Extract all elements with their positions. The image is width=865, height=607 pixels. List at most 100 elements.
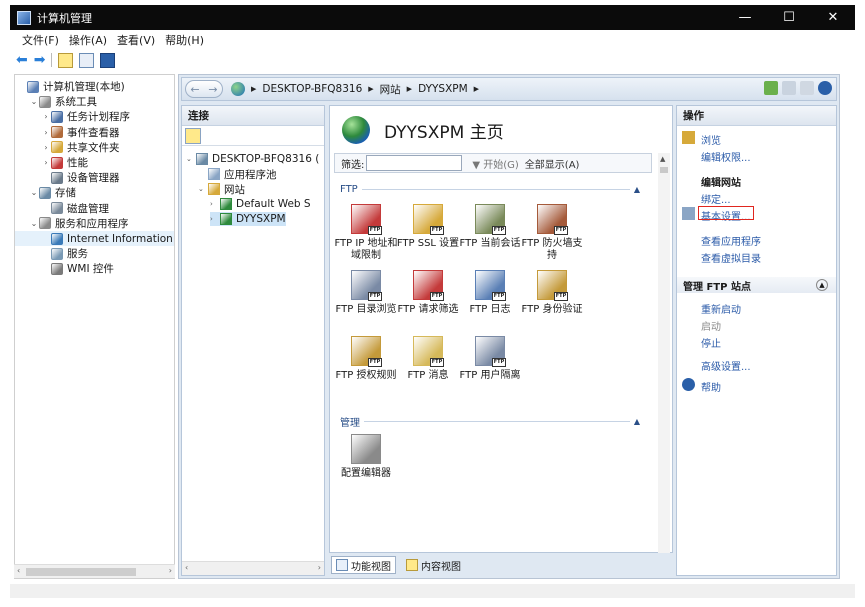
collapse-chevron-icon[interactable]: ▲ [634, 417, 640, 426]
feature-item[interactable]: 配置编辑器 [334, 434, 398, 480]
connection-node[interactable]: › DYYSXPM [210, 212, 286, 226]
go-button[interactable]: ▼ 开始(G) [472, 156, 518, 171]
scroll-thumb[interactable] [660, 167, 668, 173]
close-button[interactable]: ✕ [811, 5, 855, 30]
scroll-left-icon[interactable]: ‹ [17, 566, 20, 575]
ftp-action-link[interactable]: 停止 [701, 335, 721, 350]
expand-chevron-icon[interactable]: ⌄ [186, 155, 196, 163]
scroll-up-icon[interactable]: ▲ [660, 155, 665, 163]
feature-item[interactable]: FTP FTP 身份验证 [520, 270, 584, 316]
ftp-badge-icon: FTP [368, 292, 382, 301]
tree-item[interactable]: › 任务计划程序 [15, 109, 130, 124]
maximize-button[interactable]: ☐ [767, 5, 811, 30]
ftp-action-link[interactable]: 重新启动 [701, 301, 741, 316]
mail-icon[interactable] [782, 81, 796, 95]
back-arrow-icon[interactable]: ⬅ [16, 53, 28, 67]
tree-item[interactable]: 磁盘管理 [15, 201, 109, 216]
feature-item[interactable]: FTP FTP 当前会话 [458, 204, 522, 250]
tree-item[interactable]: 设备管理器 [15, 170, 120, 185]
scroll-right-icon[interactable]: › [169, 566, 172, 575]
show-hide-tree-icon[interactable] [79, 52, 95, 68]
feature-group-header[interactable]: FTP ▲ [340, 184, 640, 195]
tree-item[interactable]: › 性能 [15, 155, 88, 170]
features-scrollbar[interactable]: ▲ [658, 153, 670, 553]
menu-file[interactable]: 文件(F) [22, 32, 59, 48]
expand-chevron-icon[interactable]: ⌄ [29, 188, 39, 197]
connection-node[interactable]: ⌄ DESKTOP-BFQ8316 ( [186, 152, 319, 166]
feature-item[interactable]: FTP FTP 消息 [396, 336, 460, 382]
connections-scrollbar[interactable]: ‹ › [182, 561, 324, 575]
expand-chevron-icon[interactable]: › [41, 143, 51, 152]
ftp-action-link[interactable]: 高级设置... [701, 358, 751, 373]
feature-item[interactable]: FTP FTP 防火墙支持 [520, 204, 584, 262]
up-folder-icon[interactable] [58, 52, 74, 68]
ftp-site-section-header[interactable]: 管理 FTP 站点 ▲ [677, 277, 836, 293]
scroll-right-icon[interactable]: › [318, 563, 321, 572]
breadcrumb-server[interactable]: DESKTOP-BFQ8316 [262, 83, 362, 95]
menu-view[interactable]: 查看(V) [117, 32, 155, 48]
action-link[interactable]: 绑定... [701, 191, 731, 206]
scroll-left-icon[interactable]: ‹ [185, 563, 188, 572]
expand-chevron-icon[interactable]: › [210, 200, 220, 208]
ftp-action-link[interactable]: 帮助 [701, 379, 721, 394]
tree-item[interactable]: ⌄ 存储 [15, 185, 76, 200]
tab-features-view[interactable]: 功能视图 [331, 556, 396, 574]
tree-item[interactable]: ⌄ 系统工具 [15, 94, 97, 109]
feature-item[interactable]: FTP FTP IP 地址和域限制 [334, 204, 398, 262]
connection-node[interactable]: › Default Web S [210, 197, 311, 211]
connection-node[interactable]: ⌄ 网站 [198, 182, 245, 196]
tree-item-label: 任务计划程序 [67, 111, 130, 124]
feature-item[interactable]: FTP FTP 授权规则 [334, 336, 398, 382]
feature-icon: FTP [351, 336, 382, 367]
menu-help[interactable]: 帮助(H) [165, 32, 204, 48]
feature-item[interactable]: FTP FTP 日志 [458, 270, 522, 316]
feature-item[interactable]: FTP FTP SSL 设置 [396, 204, 460, 250]
green-status-icon[interactable] [764, 81, 778, 95]
collapse-chevron-icon[interactable]: ▲ [634, 185, 640, 194]
feature-label: FTP IP 地址和域限制 [334, 238, 398, 261]
connection-node[interactable]: 应用程序池 [198, 167, 277, 181]
console-tree-scrollbar[interactable]: ‹ › [14, 564, 175, 578]
menu-action[interactable]: 操作(A) [69, 32, 107, 48]
connection-node-label: Default Web S [236, 198, 311, 210]
minimize-button[interactable]: — [723, 5, 767, 30]
action-link[interactable]: 编辑权限... [701, 149, 751, 164]
tree-item[interactable]: ⌄ 服务和应用程序 [15, 216, 129, 231]
back-icon[interactable]: ← [190, 83, 199, 96]
tree-item[interactable]: 计算机管理(本地) [15, 79, 125, 94]
collapse-section-icon[interactable]: ▲ [816, 279, 828, 291]
start-page-icon[interactable] [185, 127, 201, 144]
expand-chevron-icon[interactable]: ⌄ [198, 185, 208, 193]
group-divider [364, 421, 630, 422]
expand-chevron-icon[interactable]: › [41, 128, 51, 137]
feature-item[interactable]: FTP FTP 用户隔离 [458, 336, 522, 382]
help-dropdown-icon[interactable] [818, 81, 832, 95]
forward-arrow-icon[interactable]: ➡ [34, 53, 46, 67]
tree-item[interactable]: WMI 控件 [15, 261, 114, 276]
feature-item[interactable]: FTP FTP 目录浏览 [334, 270, 398, 316]
tree-item[interactable]: 服务 [15, 246, 88, 261]
expand-chevron-icon[interactable]: › [41, 158, 51, 167]
action-link[interactable]: 浏览 [701, 132, 721, 147]
action-link[interactable]: 查看应用程序 [701, 233, 761, 248]
help-icon[interactable] [100, 52, 116, 68]
refresh-icon[interactable] [800, 81, 814, 95]
expand-chevron-icon[interactable]: ⌄ [29, 97, 39, 106]
forward-icon[interactable]: → [208, 83, 217, 96]
expand-chevron-icon[interactable]: › [41, 112, 51, 121]
tree-item[interactable]: › 共享文件夹 [15, 140, 120, 155]
action-link[interactable]: 查看虚拟目录 [701, 250, 761, 265]
tree-item[interactable]: Internet Information Se [15, 231, 174, 246]
breadcrumb-site[interactable]: DYYSXPM [418, 83, 468, 95]
back-forward-buttons[interactable]: ← → [185, 80, 223, 98]
feature-item[interactable]: FTP FTP 请求筛选 [396, 270, 460, 316]
expand-chevron-icon[interactable]: › [210, 215, 220, 223]
breadcrumb-sites[interactable]: 网站 [380, 82, 401, 97]
scroll-thumb[interactable] [26, 568, 136, 576]
show-all-button[interactable]: 全部显示(A) [525, 156, 580, 171]
feature-group-header[interactable]: 管理 ▲ [340, 414, 640, 429]
tab-content-view[interactable]: 内容视图 [402, 556, 465, 574]
tree-item[interactable]: › 事件查看器 [15, 125, 120, 140]
filter-input[interactable] [366, 155, 463, 171]
expand-chevron-icon[interactable]: ⌄ [29, 219, 39, 228]
